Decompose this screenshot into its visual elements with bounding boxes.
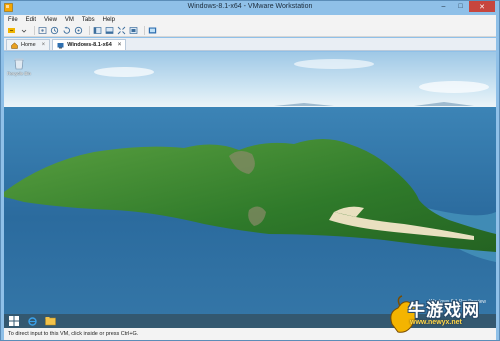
revert-snapshot-icon[interactable] bbox=[62, 26, 71, 35]
minimize-button[interactable]: – bbox=[435, 1, 452, 12]
view-thumbnail-icon[interactable] bbox=[105, 26, 114, 35]
home-icon bbox=[11, 41, 18, 49]
start-icon[interactable] bbox=[8, 315, 20, 327]
menu-tabs[interactable]: Tabs bbox=[82, 17, 95, 23]
recycle-bin-icon bbox=[14, 58, 24, 70]
view-sidebar-icon[interactable] bbox=[93, 26, 102, 35]
internet-explorer-icon[interactable] bbox=[26, 315, 38, 327]
tab-bar: Home × Windows-8.1-x64 × bbox=[4, 38, 496, 51]
menu-bar: File Edit View VM Tabs Help bbox=[4, 15, 496, 24]
recycle-bin[interactable]: Recycle Bin bbox=[7, 57, 31, 76]
unity-icon[interactable] bbox=[129, 26, 138, 35]
toolbar-separator bbox=[34, 25, 35, 35]
vmware-window: Windows-8.1-x64 - VMware Workstation – □… bbox=[0, 0, 500, 341]
title-bar: Windows-8.1-x64 - VMware Workstation – □… bbox=[1, 1, 499, 14]
maximize-button[interactable]: □ bbox=[452, 1, 469, 12]
tab-windows-vm-label: Windows-8.1-x64 bbox=[67, 42, 112, 48]
menu-file[interactable]: File bbox=[8, 17, 18, 23]
window-title: Windows-8.1-x64 - VMware Workstation bbox=[187, 3, 313, 10]
menu-view[interactable]: View bbox=[44, 17, 57, 23]
snapshot-icon[interactable] bbox=[50, 26, 59, 35]
menu-edit[interactable]: Edit bbox=[26, 17, 36, 23]
window-controls: – □ ✕ bbox=[435, 1, 495, 12]
site-name: 牛游戏网 bbox=[408, 301, 480, 321]
tab-windows-vm[interactable]: Windows-8.1-x64 × bbox=[52, 39, 127, 50]
menu-help[interactable]: Help bbox=[103, 17, 115, 23]
power-dropdown-icon[interactable] bbox=[19, 26, 28, 35]
console-view-icon[interactable] bbox=[148, 26, 157, 35]
tab-home-label: Home bbox=[21, 42, 36, 48]
power-icon[interactable] bbox=[7, 26, 16, 35]
vm-icon bbox=[57, 42, 64, 48]
toolbar-separator bbox=[89, 25, 90, 35]
site-url: www.newyx.net bbox=[410, 319, 462, 326]
tab-home[interactable]: Home × bbox=[6, 39, 51, 50]
close-icon[interactable]: × bbox=[42, 42, 46, 48]
file-explorer-icon[interactable] bbox=[44, 315, 56, 327]
desktop-wallpaper bbox=[4, 52, 496, 328]
close-button[interactable]: ✕ bbox=[469, 1, 495, 12]
recycle-bin-label: Recycle Bin bbox=[7, 71, 31, 76]
vm-display[interactable]: Recycle Bin Windows 8.1 Pro Preview bbox=[4, 52, 496, 328]
full-screen-icon[interactable] bbox=[117, 26, 126, 35]
close-icon[interactable]: × bbox=[118, 42, 122, 48]
toolbar bbox=[4, 24, 496, 37]
site-watermark-logo: 牛游戏网 www.newyx.net bbox=[378, 294, 498, 340]
snapshot-manager-icon[interactable] bbox=[74, 26, 83, 35]
menu-vm[interactable]: VM bbox=[65, 17, 74, 23]
status-text: To direct input to this VM, click inside… bbox=[8, 331, 139, 337]
toolbar-separator bbox=[144, 25, 145, 35]
send-ctrl-alt-del-icon[interactable] bbox=[38, 26, 47, 35]
